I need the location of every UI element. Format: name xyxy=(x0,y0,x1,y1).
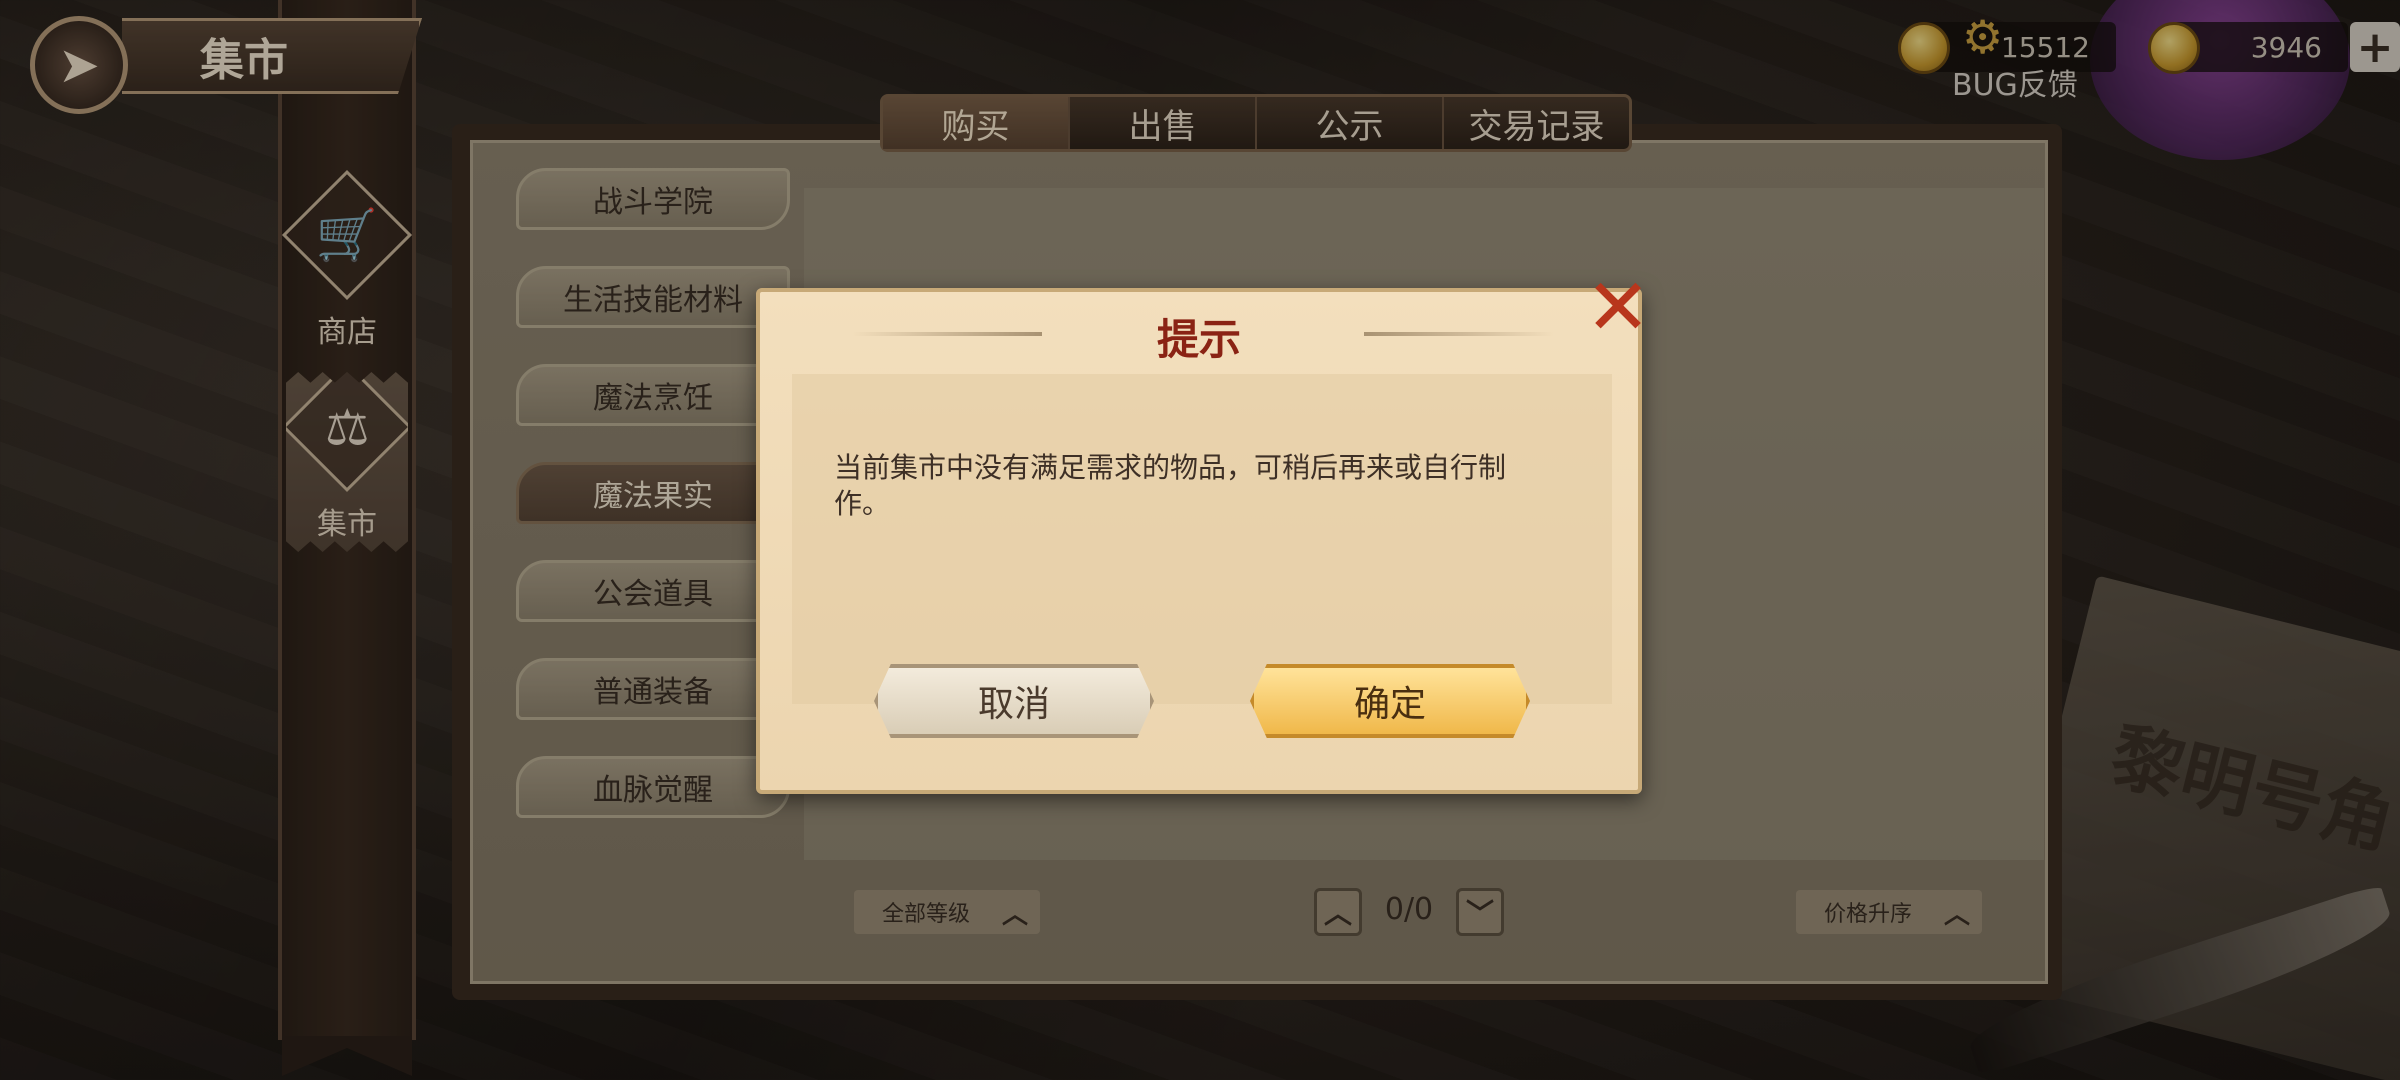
dialog-body xyxy=(792,374,1612,704)
prompt-dialog: 提示 当前集市中没有满足需求的物品，可稍后再来或自行制作。 取消 确定 xyxy=(756,288,1642,794)
dialog-message: 当前集市中没有满足需求的物品，可稍后再来或自行制作。 xyxy=(834,451,1507,520)
confirm-button[interactable]: 确定 xyxy=(1250,664,1530,738)
dialog-title: 提示 xyxy=(1156,315,1241,364)
cancel-button[interactable]: 取消 xyxy=(874,664,1154,738)
close-icon[interactable]: ✕ xyxy=(1578,268,1658,348)
